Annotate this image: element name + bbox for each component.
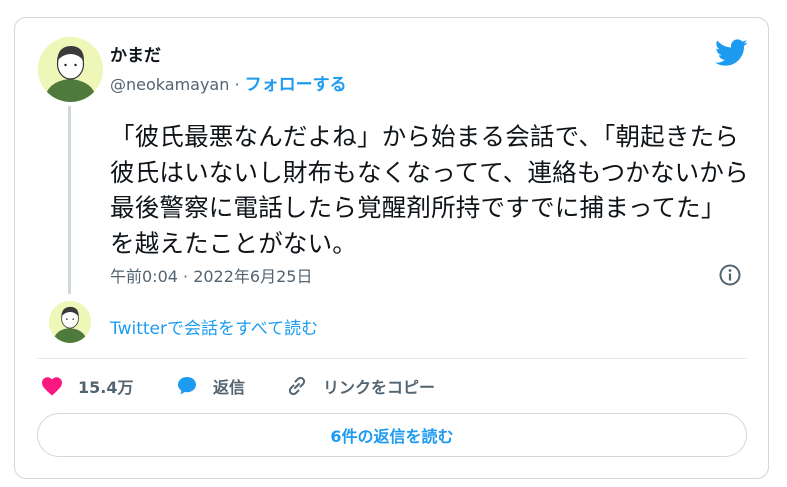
twitter-bird-icon[interactable] <box>715 39 748 67</box>
reply-button[interactable]: 返信 <box>175 374 245 398</box>
tweet-timestamp[interactable]: 午前0:04 · 2022年6月25日 <box>110 263 312 287</box>
copy-link-button[interactable]: リンクをコピー <box>285 374 435 398</box>
heart-icon <box>42 377 62 396</box>
info-icon[interactable] <box>718 263 742 287</box>
copy-link-label: リンクをコピー <box>323 378 436 397</box>
conversation-avatar[interactable] <box>49 301 91 343</box>
link-icon <box>288 376 306 396</box>
reply-label: 返信 <box>213 378 246 397</box>
read-replies-button[interactable]: 6件の返信を読む <box>37 413 747 457</box>
divider <box>37 358 747 359</box>
author-name[interactable]: かまだ <box>110 41 161 66</box>
handle-separator: · <box>229 75 245 94</box>
read-conversation-link[interactable]: Twitterで会話をすべて読む <box>110 314 318 339</box>
author-handle-row: @neokamayan · フォローする <box>110 70 347 95</box>
like-button[interactable]: 15.4万 <box>40 374 133 398</box>
reply-bubble-icon <box>178 377 196 395</box>
follow-button[interactable]: フォローする <box>245 75 347 95</box>
tweet-card: かまだ @neokamayan · フォローする 「彼氏最悪なんだよね」から始ま… <box>14 17 769 479</box>
author-handle[interactable]: @neokamayan <box>110 75 229 94</box>
thread-line <box>68 106 71 294</box>
like-count: 15.4万 <box>78 378 134 397</box>
tweet-text: 「彼氏最悪なんだよね」から始まる会話で、「朝起きたら彼氏はいないし財布もなくなっ… <box>110 122 749 258</box>
author-avatar[interactable] <box>38 37 103 102</box>
